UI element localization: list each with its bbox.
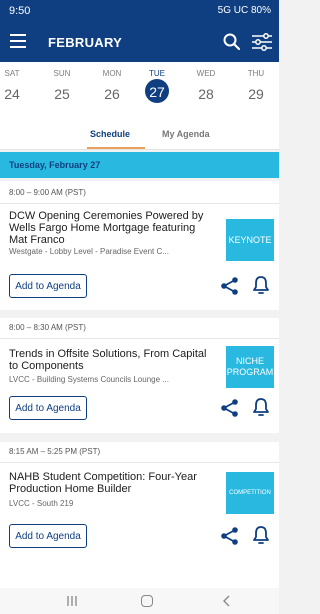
day-name: THU bbox=[247, 69, 265, 78]
filter-icon[interactable] bbox=[250, 31, 274, 53]
day-item[interactable]: THU 29 bbox=[231, 62, 281, 120]
event-location: Westgate - Lobby Level - Paradise Event … bbox=[9, 247, 169, 256]
event-location: LVCC - Building Systems Councils Lounge … bbox=[9, 375, 169, 384]
event-location: LVCC - South 219 bbox=[9, 499, 74, 508]
day-number: 24 bbox=[4, 86, 20, 102]
date-header: Tuesday, February 27 bbox=[0, 152, 279, 178]
share-icon[interactable] bbox=[220, 276, 240, 296]
share-icon[interactable] bbox=[220, 526, 240, 546]
day-name: MON bbox=[102, 69, 122, 78]
month-title: FEBRUARY bbox=[48, 35, 123, 50]
day-number: 28 bbox=[198, 86, 214, 102]
event-card[interactable]: 8:00 – 9:00 AM (PST) DCW Opening Ceremon… bbox=[0, 181, 279, 269]
day-name: TUE bbox=[149, 69, 165, 78]
divider bbox=[0, 338, 279, 339]
event-tag: NICHE PROGRAM bbox=[226, 346, 274, 388]
add-to-agenda-button[interactable]: Add to Agenda bbox=[9, 396, 87, 420]
day-number: 26 bbox=[104, 86, 120, 102]
day-item[interactable]: WED 28 bbox=[181, 62, 231, 120]
bell-icon[interactable] bbox=[252, 397, 270, 417]
day-name: WED bbox=[196, 69, 216, 78]
menu-icon[interactable] bbox=[10, 34, 26, 48]
event-tag: COMPETITION bbox=[226, 472, 274, 514]
tab-indicator bbox=[87, 147, 145, 149]
event-title[interactable]: DCW Opening Ceremonies Powered by Wells … bbox=[9, 210, 214, 246]
divider bbox=[0, 203, 279, 204]
day-number: 29 bbox=[248, 86, 264, 102]
app-bar: FEBRUARY bbox=[0, 22, 279, 62]
status-bar: 9:50 5G UC 80% bbox=[0, 0, 279, 22]
day-name: SAT bbox=[4, 69, 20, 78]
day-item-selected[interactable]: TUE 27 bbox=[132, 62, 182, 120]
divider bbox=[0, 462, 279, 463]
home-icon[interactable] bbox=[141, 595, 153, 607]
event-actions: Add to Agenda bbox=[0, 269, 279, 310]
event-time: 8:00 – 8:30 AM (PST) bbox=[9, 323, 86, 332]
day-name: SUN bbox=[53, 69, 71, 78]
tab-schedule[interactable]: Schedule bbox=[90, 129, 130, 139]
day-item[interactable]: SUN 25 bbox=[37, 62, 87, 120]
recents-icon[interactable] bbox=[65, 595, 79, 607]
back-icon[interactable] bbox=[220, 594, 234, 608]
event-time: 8:15 AM – 5:25 PM (PST) bbox=[9, 447, 101, 456]
add-to-agenda-button[interactable]: Add to Agenda bbox=[9, 274, 87, 298]
day-number: 27 bbox=[149, 84, 165, 100]
tab-my-agenda[interactable]: My Agenda bbox=[162, 129, 210, 139]
day-selector: SAT 24 SUN 25 MON 26 TUE 27 WED 28 THU 2… bbox=[0, 62, 279, 120]
event-title[interactable]: NAHB Student Competition: Four-Year Prod… bbox=[9, 471, 214, 495]
bell-icon[interactable] bbox=[252, 275, 270, 295]
add-to-agenda-button[interactable]: Add to Agenda bbox=[9, 524, 87, 548]
day-item[interactable]: MON 26 bbox=[87, 62, 137, 120]
day-number: 25 bbox=[54, 86, 70, 102]
system-nav-bar bbox=[0, 588, 279, 614]
tab-bar: Schedule My Agenda bbox=[0, 120, 279, 150]
day-item[interactable]: SAT 24 bbox=[0, 62, 37, 120]
event-time: 8:00 – 9:00 AM (PST) bbox=[9, 188, 86, 197]
search-icon[interactable] bbox=[222, 32, 242, 52]
event-title[interactable]: Trends in Offsite Solutions, From Capita… bbox=[9, 348, 214, 372]
bell-icon[interactable] bbox=[252, 525, 270, 545]
event-card[interactable]: 8:15 AM – 5:25 PM (PST) NAHB Student Com… bbox=[0, 442, 279, 588]
status-indicators: 5G UC 80% bbox=[217, 5, 271, 16]
status-time: 9:50 bbox=[9, 5, 31, 17]
share-icon[interactable] bbox=[220, 398, 240, 418]
event-tag: KEYNOTE bbox=[226, 219, 274, 261]
event-actions: Add to Agenda bbox=[0, 392, 279, 433]
date-header-label: Tuesday, February 27 bbox=[9, 160, 101, 170]
event-card[interactable]: 8:00 – 8:30 AM (PST) Trends in Offsite S… bbox=[0, 318, 279, 392]
